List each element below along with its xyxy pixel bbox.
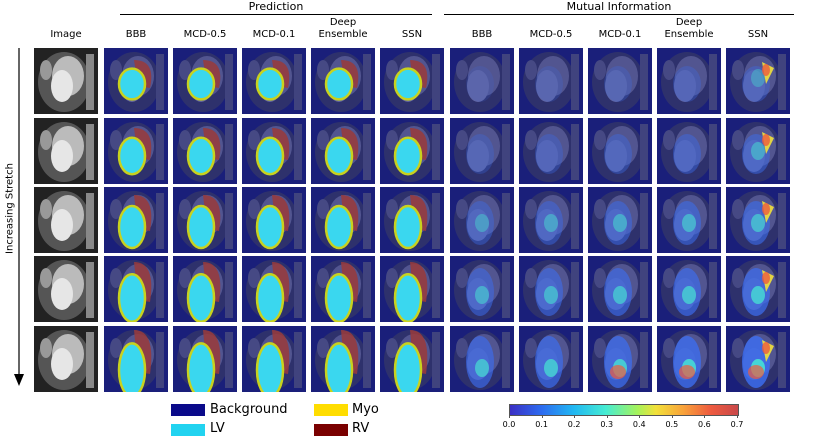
cell-pred-r0-c2 bbox=[173, 48, 237, 114]
colorbar-tick-1 bbox=[541, 415, 543, 418]
colorbar-tick-2 bbox=[574, 415, 576, 418]
cell-pred-r4-c5 bbox=[380, 326, 444, 392]
colorbar-tick-7 bbox=[737, 415, 738, 418]
legend-swatch-rv bbox=[314, 424, 348, 436]
cell-mi-r1-c10 bbox=[726, 118, 790, 184]
cell-pred-r3-c1 bbox=[104, 256, 168, 322]
cell-mi-r0-c7 bbox=[519, 48, 583, 114]
col-header-image: Image bbox=[50, 29, 82, 40]
cell-pred-r0-c1 bbox=[104, 48, 168, 114]
colorbar-tick-3 bbox=[606, 415, 608, 418]
col-header-prediction-3: Deep Ensemble bbox=[318, 17, 368, 40]
col-header-mi-4: SSN bbox=[747, 29, 769, 40]
mutual-information-group-line bbox=[444, 14, 794, 15]
legend-label-myo: Myo bbox=[352, 402, 379, 417]
cell-mi-r1-c6 bbox=[450, 118, 514, 184]
legend-label-background: Background bbox=[210, 402, 288, 417]
cell-pred-r0-c3 bbox=[242, 48, 306, 114]
cell-pred-r3-c5 bbox=[380, 256, 444, 322]
col-header-prediction-4: SSN bbox=[401, 29, 423, 40]
cell-mi-r1-c7 bbox=[519, 118, 583, 184]
colorbar-tick-label-4: 0.4 bbox=[632, 420, 646, 429]
colorbar-tick-6 bbox=[704, 415, 706, 418]
colorbar-tick-label-0: 0.0 bbox=[502, 420, 516, 429]
cell-pred-r1-c1 bbox=[104, 118, 168, 184]
colorbar-tick-0 bbox=[509, 415, 510, 418]
cell-mri-r3-c0 bbox=[34, 256, 98, 322]
col-header-mi-3: Deep Ensemble bbox=[664, 17, 714, 40]
colorbar-tick-label-6: 0.6 bbox=[698, 420, 711, 429]
cell-mi-r4-c7 bbox=[519, 326, 583, 392]
col-header-prediction-2: MCD-0.1 bbox=[252, 29, 296, 40]
colorbar-tick-5 bbox=[671, 415, 673, 418]
mutual-information-group-title: Mutual Information bbox=[566, 0, 672, 13]
cell-pred-r3-c4 bbox=[311, 256, 375, 322]
cell-pred-r1-c4 bbox=[311, 118, 375, 184]
cell-mi-r4-c6 bbox=[450, 326, 514, 392]
cell-mi-r2-c8 bbox=[588, 187, 652, 253]
cell-pred-r1-c3 bbox=[242, 118, 306, 184]
cell-mi-r4-c10 bbox=[726, 326, 790, 392]
cell-pred-r2-c1 bbox=[104, 187, 168, 253]
cell-pred-r4-c2 bbox=[173, 326, 237, 392]
cell-mi-r2-c9 bbox=[657, 187, 721, 253]
cell-mri-r2-c0 bbox=[34, 187, 98, 253]
prediction-group-title: Prediction bbox=[248, 0, 304, 13]
legend-label-lv: LV bbox=[210, 421, 225, 436]
colorbar-tick-label-7: 0.7 bbox=[730, 420, 744, 429]
col-header-prediction-0: BBB bbox=[125, 29, 147, 40]
legend-label-rv: RV bbox=[352, 421, 370, 436]
cell-mi-r0-c9 bbox=[657, 48, 721, 114]
cell-pred-r3-c3 bbox=[242, 256, 306, 322]
legend-swatch-background bbox=[171, 404, 205, 416]
cell-mi-r3-c8 bbox=[588, 256, 652, 322]
cell-mi-r3-c9 bbox=[657, 256, 721, 322]
colorbar-tick-label-1: 0.1 bbox=[535, 420, 548, 429]
cell-mi-r3-c7 bbox=[519, 256, 583, 322]
cell-mi-r0-c8 bbox=[588, 48, 652, 114]
cell-mri-r1-c0 bbox=[34, 118, 98, 184]
cell-pred-r4-c4 bbox=[311, 326, 375, 392]
cell-mi-r4-c8 bbox=[588, 326, 652, 392]
cell-mi-r3-c6 bbox=[450, 256, 514, 322]
increasing-stretch-arrow bbox=[12, 48, 26, 386]
cell-pred-r0-c5 bbox=[380, 48, 444, 114]
cell-pred-r3-c2 bbox=[173, 256, 237, 322]
cell-pred-r2-c4 bbox=[311, 187, 375, 253]
col-header-prediction-1: MCD-0.5 bbox=[183, 29, 227, 40]
cell-pred-r2-c2 bbox=[173, 187, 237, 253]
cell-mi-r1-c8 bbox=[588, 118, 652, 184]
cell-mi-r3-c10 bbox=[726, 256, 790, 322]
cell-pred-r1-c5 bbox=[380, 118, 444, 184]
cell-pred-r4-c1 bbox=[104, 326, 168, 392]
legend-swatch-lv bbox=[171, 424, 205, 436]
col-header-mi-2: MCD-0.1 bbox=[598, 29, 642, 40]
cell-mi-r1-c9 bbox=[657, 118, 721, 184]
col-header-mi-0: BBB bbox=[471, 29, 493, 40]
cell-pred-r1-c2 bbox=[173, 118, 237, 184]
cell-pred-r4-c3 bbox=[242, 326, 306, 392]
cell-mi-r0-c6 bbox=[450, 48, 514, 114]
cell-mi-r2-c7 bbox=[519, 187, 583, 253]
cell-pred-r2-c3 bbox=[242, 187, 306, 253]
colorbar-tick-4 bbox=[639, 415, 641, 418]
cell-mi-r4-c9 bbox=[657, 326, 721, 392]
legend-swatch-myo bbox=[314, 404, 348, 416]
cell-pred-r2-c5 bbox=[380, 187, 444, 253]
cell-mri-r4-c0 bbox=[34, 326, 98, 392]
colorbar-tick-label-5: 0.5 bbox=[665, 420, 679, 429]
colorbar-tick-label-3: 0.3 bbox=[600, 420, 614, 429]
cell-mi-r2-c10 bbox=[726, 187, 790, 253]
cell-pred-r0-c4 bbox=[311, 48, 375, 114]
prediction-group-line bbox=[120, 14, 432, 15]
cell-mi-r0-c10 bbox=[726, 48, 790, 114]
cell-mi-r2-c6 bbox=[450, 187, 514, 253]
cell-mri-r0-c0 bbox=[34, 48, 98, 114]
col-header-mi-1: MCD-0.5 bbox=[529, 29, 573, 40]
colorbar-tick-label-2: 0.2 bbox=[567, 420, 581, 429]
